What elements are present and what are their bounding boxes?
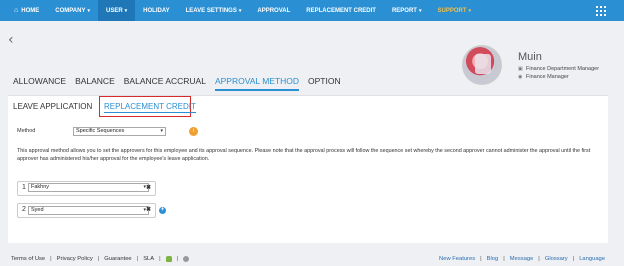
approver-number-2: 2 — [22, 206, 26, 213]
approver-number-1: 1 — [22, 184, 26, 191]
nav-leave-settings[interactable]: LEAVE SETTINGS ▾ — [178, 0, 250, 21]
tab-balance[interactable]: BALANCE — [75, 76, 115, 91]
nav-home[interactable]: ⌂ HOME — [0, 0, 47, 21]
footer-link-glossary[interactable]: Glossary — [545, 256, 568, 262]
nav-replacement-credit[interactable]: REPLACEMENT CREDIT — [298, 0, 384, 21]
nav-holiday[interactable]: HOLIDAY — [135, 0, 177, 21]
approver-select-1[interactable]: Fakhny ▾ — [28, 183, 149, 192]
avatar — [462, 45, 502, 85]
approver-select-1-value: Fakhny — [31, 184, 50, 190]
chevron-down-icon: ▾ — [418, 7, 422, 14]
footer-link-message[interactable]: Message — [510, 256, 534, 262]
approver-select-2-value: Syed — [31, 207, 44, 213]
approval-method-panel: LEAVE APPLICATION REPLACEMENT CREDIT Met… — [8, 95, 608, 243]
remove-approver-1-icon[interactable]: ✖ — [146, 184, 151, 191]
footer-separator: | — [176, 256, 179, 262]
footer-separator: | — [159, 256, 161, 262]
subtab-leave-application[interactable]: LEAVE APPLICATION — [13, 102, 92, 111]
nav-holiday-label: HOLIDAY — [143, 7, 170, 14]
footer-link-privacy[interactable]: Privacy Policy — [57, 256, 93, 262]
info-icon[interactable]: i — [189, 127, 198, 136]
footer-separator: | — [480, 256, 482, 262]
footer-link-blog[interactable]: Blog — [487, 256, 499, 262]
tab-option[interactable]: OPTION — [308, 76, 341, 91]
footer-link-guarantee[interactable]: Guarantee — [104, 256, 131, 262]
footer-separator: | — [136, 256, 139, 262]
footer-separator: | — [538, 256, 540, 262]
profile-department-label: Finance Department Manager — [526, 66, 600, 72]
approval-description: This approval method allows you to set t… — [17, 148, 591, 162]
nav-report-label: REPORT — [391, 7, 417, 14]
tab-balance-accrual[interactable]: BALANCE ACCRUAL — [124, 76, 206, 91]
nav-user-label: USER — [105, 7, 123, 14]
android-icon[interactable] — [165, 256, 172, 262]
chevron-down-icon: ▾ — [160, 128, 163, 134]
user-icon: ◉ — [518, 73, 523, 80]
footer-link-sla[interactable]: SLA — [143, 256, 154, 262]
footer-right-links: New Features | Blog | Message | Glossary… — [439, 256, 605, 262]
footer-link-language[interactable]: Language — [579, 256, 605, 262]
tab-approval-method[interactable]: APPROVAL METHOD — [214, 76, 300, 91]
back-icon[interactable]: ‹ — [8, 32, 14, 48]
nav-replacement-credit-label: REPLACEMENT CREDIT — [306, 7, 376, 14]
chevron-down-icon: ▾ — [87, 7, 90, 14]
chevron-down-icon: ▾ — [124, 7, 128, 14]
footer-left-links: Terms of Use | Privacy Policy | Guarante… — [11, 256, 190, 262]
footer-separator: | — [572, 256, 575, 262]
footer: Terms of Use | Privacy Policy | Guarante… — [0, 254, 624, 266]
method-select[interactable]: Specific Sequences ▾ — [73, 127, 166, 136]
nav-company[interactable]: COMPANY ▾ — [47, 0, 98, 21]
method-select-value: Specific Sequences — [76, 128, 125, 134]
footer-link-new-features[interactable]: New Features — [439, 256, 475, 262]
profile-role: ◉ Finance Manager — [518, 74, 569, 80]
chevron-down-icon: ▾ — [468, 7, 472, 14]
apps-grid-icon[interactable] — [596, 6, 606, 16]
nav-report[interactable]: REPORT ▾ — [384, 0, 430, 21]
nav-leave-settings-label: LEAVE SETTINGS — [185, 7, 237, 14]
nav-approval-label: APPROVAL — [257, 7, 291, 14]
remove-approver-2-icon[interactable]: ✖ — [146, 206, 151, 213]
nav-home-label: HOME — [21, 7, 40, 14]
method-label: Method — [17, 128, 36, 134]
main-tabs: ALLOWANCE BALANCE BALANCE ACCRUAL APPROV… — [13, 76, 350, 91]
nav-approval[interactable]: APPROVAL — [249, 0, 298, 21]
footer-link-terms[interactable]: Terms of Use — [11, 256, 45, 262]
nav-company-label: COMPANY — [55, 7, 86, 14]
add-approver-icon[interactable]: + — [159, 207, 166, 214]
footer-separator: | — [50, 256, 52, 262]
footer-separator: | — [97, 256, 100, 262]
profile-name: Muin — [518, 51, 542, 63]
top-navigation-bar: ⌂ HOME COMPANY ▾ USER ▾ HOLIDAY LEAVE SE… — [0, 0, 624, 21]
nav-support-label: SUPPORT — [437, 7, 467, 14]
subtab-replacement-credit[interactable]: REPLACEMENT CREDIT — [104, 102, 196, 113]
nav-support[interactable]: SUPPORT ▾ — [429, 0, 479, 21]
profile-department: ▣ Finance Department Manager — [518, 66, 599, 72]
approver-select-2[interactable]: Syed ▾ — [28, 206, 149, 215]
profile-role-label: Finance Manager — [526, 74, 569, 80]
tab-allowance[interactable]: ALLOWANCE — [13, 76, 66, 91]
building-icon: ▣ — [518, 65, 523, 72]
chevron-down-icon: ▾ — [238, 7, 242, 14]
home-icon: ⌂ — [14, 7, 19, 14]
apple-icon[interactable] — [183, 256, 190, 262]
footer-separator: | — [503, 256, 505, 262]
nav-user[interactable]: USER ▾ — [97, 0, 136, 21]
